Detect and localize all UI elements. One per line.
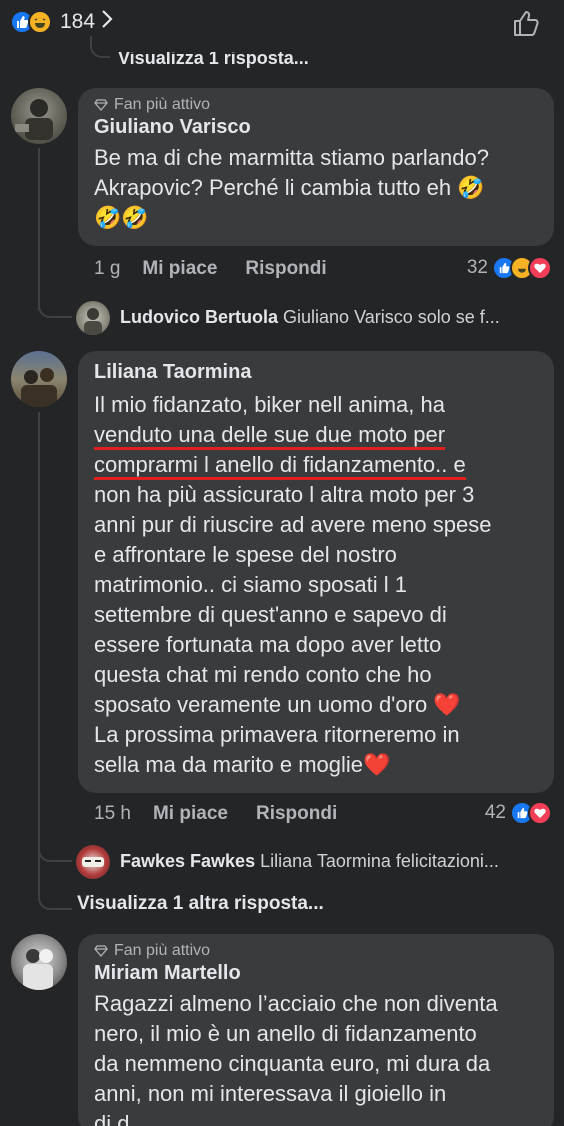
thread-connector xyxy=(90,36,110,58)
comment-line: Il mio fidanzato, biker nell anima, ha xyxy=(94,392,445,417)
comment-line: La prossima primavera ritorneremo in xyxy=(94,722,460,747)
avatar-giuliano[interactable] xyxy=(11,88,67,144)
reply-connector xyxy=(38,832,72,862)
reactions-bar: 184 xyxy=(0,0,564,46)
avatar-ludovico[interactable] xyxy=(76,301,110,335)
reply-connector xyxy=(38,880,72,910)
comment-line: questa chat mi rendo conto che ho xyxy=(94,662,432,687)
comment-line: venduto una delle sue due moto per xyxy=(94,420,538,450)
comment-bubble: Liliana Taormina Il mio fidanzato, biker… xyxy=(78,351,554,793)
comment-text: Ragazzi almeno l’acciaio che non diventa… xyxy=(94,989,538,1126)
comment-reactions[interactable]: 32 xyxy=(467,256,552,280)
comment-author[interactable]: Liliana Taormina xyxy=(94,361,538,384)
comment-line: Be ma di che marmitta stiamo parlando? xyxy=(94,145,489,170)
top-fan-badge: Fan più attivo xyxy=(94,942,538,960)
reply-button[interactable]: Rispondi xyxy=(245,258,326,280)
avatar-fawkes[interactable] xyxy=(76,845,110,879)
comment-text: Be ma di che marmitta stiamo parlando? A… xyxy=(94,143,538,233)
comment-line: settembre di quest'anno e sapevo di xyxy=(94,602,447,627)
diamond-icon xyxy=(94,99,108,111)
thread-line xyxy=(38,412,40,900)
haha-reaction-icon xyxy=(28,10,52,34)
diamond-icon xyxy=(94,945,108,957)
comment-line: nero, il mio è un anello di fidanzamento xyxy=(94,1021,477,1046)
reply-preview[interactable]: Ludovico Bertuola Giuliano Varisco solo … xyxy=(120,307,550,328)
reaction-summary[interactable]: 184 xyxy=(10,9,113,35)
avatar-miriam[interactable] xyxy=(11,934,67,990)
reaction-count: 32 xyxy=(466,257,488,278)
love-reaction-icon xyxy=(528,256,552,280)
comment-time[interactable]: 15 h xyxy=(94,803,131,825)
comment-bubble: Fan più attivo Giuliano Varisco Be ma di… xyxy=(78,88,554,246)
reply-author[interactable]: Fawkes Fawkes xyxy=(120,851,255,871)
badge-label: Fan più attivo xyxy=(114,96,211,113)
like-button[interactable]: Mi piace xyxy=(142,258,217,280)
comment-line: essere fortunata ma dopo aver letto xyxy=(94,632,442,657)
comment-line: e affrontare le spese del nostro xyxy=(94,542,397,567)
reply-text: Liliana Taormina felicitazioni... xyxy=(260,851,499,871)
comment-reactions[interactable]: 42 xyxy=(485,801,552,825)
comment-line: non ha più assicurato l altra moto per 3 xyxy=(94,482,475,507)
reply-text: Giuliano Varisco solo se f... xyxy=(283,307,500,327)
comment-actions: 15 h Mi piace Rispondi xyxy=(94,803,365,825)
like-icon[interactable] xyxy=(512,8,542,38)
reply-button[interactable]: Rispondi xyxy=(256,803,337,825)
comment-line: comprarmi l anello di fidanzamento.. e xyxy=(94,450,538,480)
top-fan-badge: Fan più attivo xyxy=(94,96,538,114)
thread-line xyxy=(38,148,40,310)
comment-author[interactable]: Giuliano Varisco xyxy=(94,116,538,139)
love-reaction-icon xyxy=(528,801,552,825)
underlined-text: venduto una delle sue due moto per xyxy=(94,423,446,450)
comment-time[interactable]: 1 g xyxy=(94,258,120,280)
comment-line: Ragazzi almeno l’acciaio che non diventa xyxy=(94,991,498,1016)
like-button[interactable]: Mi piace xyxy=(153,803,228,825)
comment-line: Akrapovic? Perché li cambia tutto eh 🤣 xyxy=(94,175,485,200)
comment-line: sella ma da marito e moglie❤️ xyxy=(94,752,391,777)
comment-text: Il mio fidanzato, biker nell anima, ha v… xyxy=(94,390,538,780)
comment-line: da nemmeno cinquanta euro, mi dura da xyxy=(94,1051,491,1076)
avatar-liliana[interactable] xyxy=(11,351,67,407)
comment-line: anni, non mi interessava il gioiello in xyxy=(94,1081,447,1106)
comment-line: matrimonio.. ci siamo sposati l 1 xyxy=(94,572,407,597)
reply-connector xyxy=(38,288,72,318)
badge-label: Fan più attivo xyxy=(114,942,211,959)
comment-line: sposato veramente un uomo d'oro ❤️ xyxy=(94,692,461,717)
comment-actions: 1 g Mi piace Rispondi xyxy=(94,258,355,280)
chevron-right-icon[interactable] xyxy=(101,9,113,35)
view-reply-link[interactable]: Visualizza 1 risposta... xyxy=(118,52,309,69)
reply-preview[interactable]: Fawkes Fawkes Liliana Taormina felicitaz… xyxy=(120,851,550,872)
comment-line: anni pur di riuscire ad avere meno spese xyxy=(94,512,492,537)
reaction-count: 184 xyxy=(60,10,96,33)
underlined-text: comprarmi l anello di fidanzamento.. e xyxy=(94,453,466,480)
comment-bubble: Fan più attivo Miriam Martello Ragazzi a… xyxy=(78,934,554,1126)
view-other-reply-link[interactable]: Visualizza 1 altra risposta... xyxy=(77,893,324,915)
comment-author[interactable]: Miriam Martello xyxy=(94,962,538,985)
reaction-count: 42 xyxy=(484,802,506,823)
reply-author[interactable]: Ludovico Bertuola xyxy=(120,307,278,327)
comment-line: 🤣🤣 xyxy=(94,205,149,230)
comment-line: di d xyxy=(94,1111,130,1126)
